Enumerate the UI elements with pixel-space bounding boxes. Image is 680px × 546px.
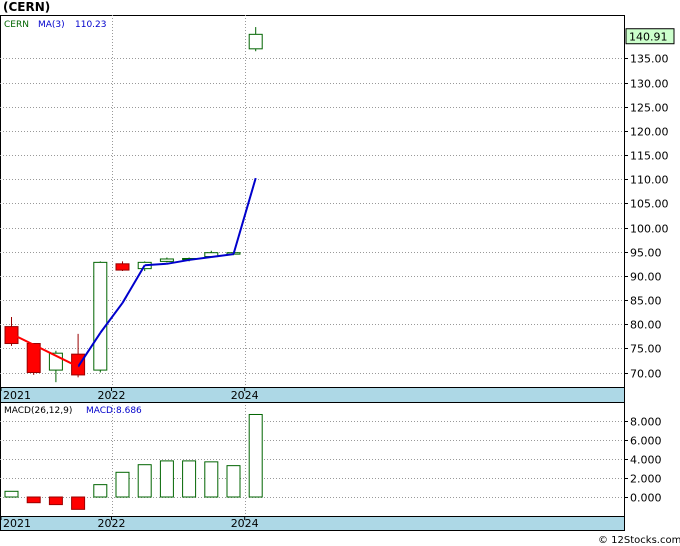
macd-bar <box>204 461 219 498</box>
candle-body <box>248 33 263 50</box>
macd-bar <box>115 471 130 498</box>
watermark: © 12Stocks.com <box>598 535 680 546</box>
macd-bar <box>71 496 86 510</box>
price-tick-label: 90.00 <box>630 271 662 284</box>
macd-bar <box>93 484 108 498</box>
date-label: 2024 <box>231 389 259 402</box>
last-price-label: 140.91 <box>629 31 668 44</box>
price-date-axis <box>0 387 625 403</box>
macd-legend-label: MACD(26,12,9) <box>4 406 72 416</box>
date-label: 2021 <box>3 389 31 402</box>
legend-ma-label: MA(3) <box>38 20 65 30</box>
price-tick-label: 80.00 <box>630 319 662 332</box>
macd-bar <box>248 413 263 498</box>
macd-bar <box>159 460 174 498</box>
macd-tick-label: 4.000 <box>630 454 662 467</box>
candle-body <box>93 261 108 371</box>
macd-bar <box>137 464 152 498</box>
macd-date-axis <box>0 516 625 531</box>
legend-ma-value: 110.23 <box>75 20 107 30</box>
price-tick-label: 115.00 <box>630 150 669 163</box>
macd-bar <box>182 460 197 498</box>
price-tick-label: 105.00 <box>630 198 669 211</box>
price-tick-label: 110.00 <box>630 174 669 187</box>
price-tick-label: 125.00 <box>630 102 669 115</box>
macd-bar <box>226 465 241 498</box>
macd-legend-value: MACD:8.686 <box>86 406 142 416</box>
macd-tick-label: 8.000 <box>630 416 662 429</box>
macd-bar <box>48 496 63 506</box>
macd-bar <box>4 490 19 498</box>
date-label: 2021 <box>3 517 31 530</box>
date-label: 2024 <box>231 517 259 530</box>
candle-body <box>159 258 174 262</box>
price-tick-label: 120.00 <box>630 126 669 139</box>
macd-tick-label: 6.000 <box>630 435 662 448</box>
macd-tick-label: 2.000 <box>630 473 662 486</box>
candle-body <box>115 263 130 271</box>
macd-tick-label: 0.000 <box>630 492 662 505</box>
price-tick-label: 75.00 <box>630 343 662 356</box>
macd-bar <box>26 496 41 504</box>
price-tick-label: 95.00 <box>630 247 662 260</box>
price-tick-label: 130.00 <box>630 78 669 91</box>
date-label: 2022 <box>98 517 126 530</box>
stock-chart: 70.00 75.00 80.00 85.00 90.00 95.00 100.00 105.… <box>0 15 680 546</box>
legend-symbol: CERN <box>4 20 29 30</box>
price-tick-label: 85.00 <box>630 295 662 308</box>
price-tick-label: 100.00 <box>630 223 669 236</box>
price-tick-label: 135.00 <box>630 53 669 66</box>
date-label: 2022 <box>98 389 126 402</box>
price-tick-label: 70.00 <box>630 368 662 381</box>
